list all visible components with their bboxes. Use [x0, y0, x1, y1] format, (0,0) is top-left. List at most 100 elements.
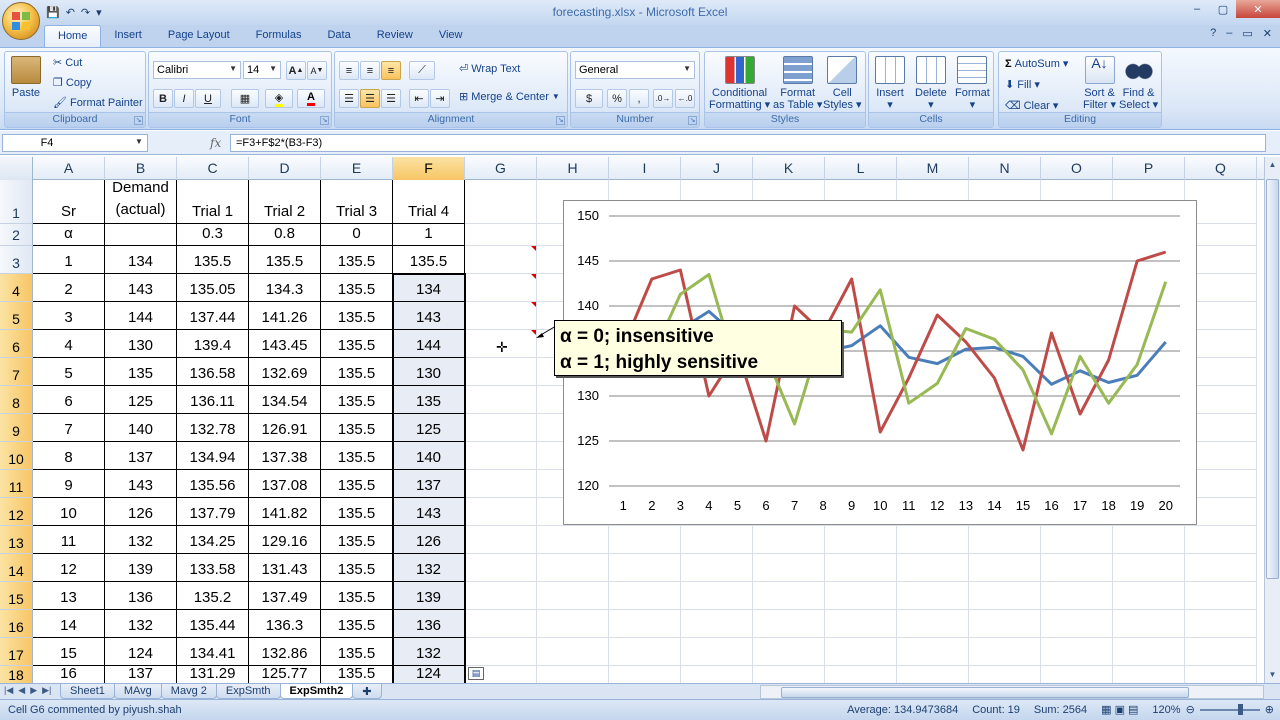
zoom-in-icon[interactable]: ⊕ — [1265, 703, 1274, 716]
zoom-out-icon[interactable]: ⊖ — [1186, 703, 1195, 716]
cell-g8[interactable] — [465, 386, 537, 414]
row-header-5[interactable]: 5 — [0, 302, 33, 330]
column-header-m[interactable]: M — [897, 157, 969, 180]
align-center-button[interactable]: ☰ — [360, 89, 380, 108]
alignment-launcher-icon[interactable]: ↘ — [556, 116, 565, 125]
cell-g16[interactable] — [465, 610, 537, 638]
maximize-button[interactable]: ▢ — [1210, 0, 1236, 18]
cell-f2[interactable]: 1 — [393, 224, 465, 246]
tab-view[interactable]: View — [426, 25, 476, 47]
cell-b7[interactable]: 135 — [105, 358, 177, 386]
delete-cells-button[interactable]: Delete ▾ — [915, 56, 947, 111]
cell-b3[interactable]: 134 — [105, 246, 177, 274]
cell-c18[interactable]: 131.29 — [177, 665, 249, 683]
underline-button[interactable]: U — [195, 89, 221, 108]
cell-i18[interactable] — [609, 666, 681, 683]
row-header-1[interactable]: 1 — [0, 180, 33, 224]
cell-k16[interactable] — [753, 610, 825, 638]
autosum-button[interactable]: Σ AutoSum ▾ — [1005, 57, 1068, 71]
cell-m16[interactable] — [897, 610, 969, 638]
vertical-scroll-thumb[interactable] — [1266, 179, 1279, 579]
cell-d11[interactable]: 137.08 — [249, 470, 321, 498]
cell-g4[interactable] — [465, 274, 537, 302]
column-header-j[interactable]: J — [681, 157, 753, 180]
cell-a5[interactable]: 3 — [33, 302, 105, 330]
number-format-combo[interactable]: General ▼ — [575, 61, 695, 79]
cell-c13[interactable]: 134.25 — [177, 526, 249, 554]
zoom-level[interactable]: 120% — [1152, 704, 1180, 716]
cell-g7[interactable] — [465, 358, 537, 386]
cell-o16[interactable] — [1041, 610, 1113, 638]
horizontal-scroll-thumb[interactable] — [781, 687, 1189, 698]
cell-b5[interactable]: 144 — [105, 302, 177, 330]
row-header-12[interactable]: 12 — [0, 498, 33, 526]
cell-d6[interactable]: 143.45 — [249, 330, 321, 358]
cell-g9[interactable] — [465, 414, 537, 442]
paste-options-icon[interactable]: ▤ — [468, 667, 484, 680]
column-header-o[interactable]: O — [1041, 157, 1113, 180]
column-header-h[interactable]: H — [537, 157, 609, 180]
cell-p13[interactable] — [1113, 526, 1185, 554]
cell-f16[interactable]: 136 — [393, 610, 465, 638]
cell-f1[interactable]: Trial 4 — [393, 180, 465, 224]
view-buttons[interactable]: ▦ ▣ ▤ — [1101, 703, 1138, 716]
fill-color-button[interactable]: ◈ — [265, 89, 293, 108]
cell-k14[interactable] — [753, 554, 825, 582]
clear-button[interactable]: ⌫ Clear ▾ — [1005, 99, 1058, 112]
cell-d8[interactable]: 134.54 — [249, 386, 321, 414]
column-header-l[interactable]: L — [825, 157, 897, 180]
row-header-14[interactable]: 14 — [0, 554, 33, 582]
cell-i13[interactable] — [609, 526, 681, 554]
cell-f15[interactable]: 139 — [393, 582, 465, 610]
cell-g11[interactable] — [465, 470, 537, 498]
cell-e5[interactable]: 135.5 — [321, 302, 393, 330]
cell-b4[interactable]: 143 — [105, 274, 177, 302]
cell-c6[interactable]: 139.4 — [177, 330, 249, 358]
row-header-18[interactable]: 18 — [0, 666, 33, 683]
cell-c5[interactable]: 137.44 — [177, 302, 249, 330]
cell-e6[interactable]: 135.5 — [321, 330, 393, 358]
sheet-tab-mavg-2[interactable]: Mavg 2 — [160, 684, 217, 699]
minimize-button[interactable]: – — [1184, 0, 1210, 18]
cell-b9[interactable]: 140 — [105, 414, 177, 442]
cell-f9[interactable]: 125 — [393, 414, 465, 442]
cell-c3[interactable]: 135.5 — [177, 246, 249, 274]
cell-c14[interactable]: 133.58 — [177, 554, 249, 582]
cell-p15[interactable] — [1113, 582, 1185, 610]
cell-k13[interactable] — [753, 526, 825, 554]
cell-c12[interactable]: 137.79 — [177, 498, 249, 526]
cell-d16[interactable]: 136.3 — [249, 610, 321, 638]
conditional-formatting-button[interactable]: Conditional Formatting ▾ — [709, 56, 770, 111]
align-left-button[interactable]: ☰ — [339, 89, 359, 108]
cell-f11[interactable]: 137 — [393, 470, 465, 498]
sheet-tab-expsmth[interactable]: ExpSmth — [215, 684, 281, 699]
cell-n16[interactable] — [969, 610, 1041, 638]
clipboard-launcher-icon[interactable]: ↘ — [134, 116, 143, 125]
tab-formulas[interactable]: Formulas — [243, 25, 315, 47]
cell-a14[interactable]: 12 — [33, 554, 105, 582]
cell-d13[interactable]: 129.16 — [249, 526, 321, 554]
align-bottom-button[interactable]: ≡ — [381, 61, 401, 80]
cell-o13[interactable] — [1041, 526, 1113, 554]
cell-a17[interactable]: 15 — [33, 638, 105, 666]
cell-e1[interactable]: Trial 3 — [321, 180, 393, 224]
cell-a3[interactable]: 1 — [33, 246, 105, 274]
insert-cells-button[interactable]: Insert ▾ — [875, 56, 905, 111]
column-header-k[interactable]: K — [753, 157, 825, 180]
cell-f13[interactable]: 126 — [393, 526, 465, 554]
cell-c7[interactable]: 136.58 — [177, 358, 249, 386]
cell-e14[interactable]: 135.5 — [321, 554, 393, 582]
chevron-down-icon[interactable]: ▼ — [135, 137, 143, 146]
zoom-control[interactable]: 120% ⊖ ⊕ — [1152, 703, 1280, 716]
cell-j13[interactable] — [681, 526, 753, 554]
cell-d1[interactable]: Trial 2 — [249, 180, 321, 224]
name-box[interactable]: F4 — [2, 134, 148, 152]
cell-l17[interactable] — [825, 638, 897, 666]
cell-g14[interactable] — [465, 554, 537, 582]
cell-p17[interactable] — [1113, 638, 1185, 666]
cell-d17[interactable]: 132.86 — [249, 638, 321, 666]
cell-a10[interactable]: 8 — [33, 442, 105, 470]
fill-button[interactable]: ⬇ Fill ▾ — [1005, 78, 1040, 91]
column-header-g[interactable]: G — [465, 157, 537, 180]
cell-g10[interactable] — [465, 442, 537, 470]
